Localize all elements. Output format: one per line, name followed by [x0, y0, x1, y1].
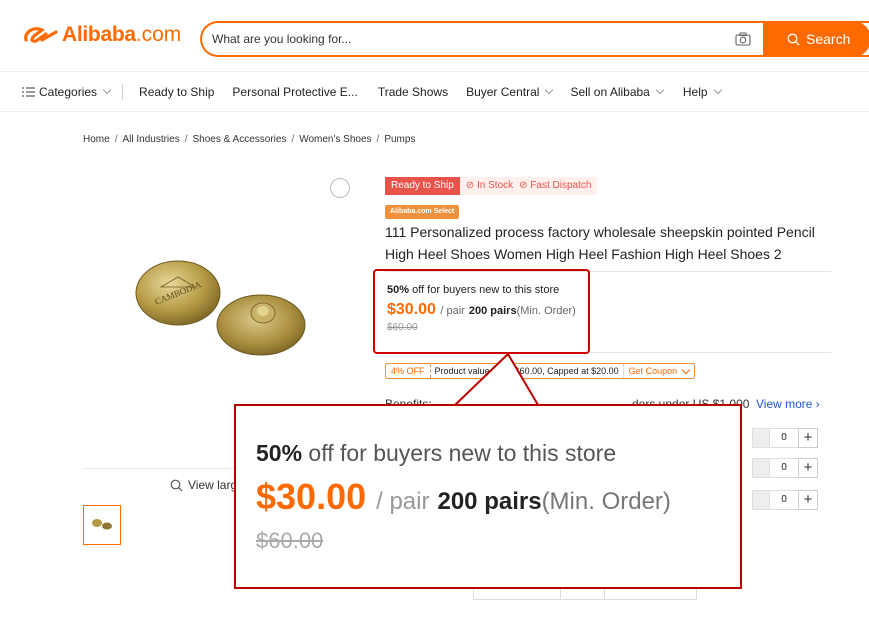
promo-text: off for buyers new to this store: [409, 284, 560, 296]
min-order: 200 pairs(Min. Order): [469, 305, 576, 317]
moq-value: 200 pairs: [468, 305, 517, 317]
nav-buyer-central[interactable]: Buyer Central: [466, 84, 554, 99]
search-button[interactable]: Search: [763, 21, 869, 57]
in-stock-tag: ⊘ In Stock: [465, 180, 514, 191]
chevron-down-icon: [713, 85, 722, 95]
thumbnail-image: [92, 519, 112, 530]
promo-percent: 50%: [387, 284, 410, 296]
quantity-stepper: 0 +: [752, 458, 830, 478]
nav-label: Personal Protective E...: [232, 84, 358, 99]
product-main-image[interactable]: CAMBODIA: [133, 253, 313, 363]
breadcrumb-pumps[interactable]: Pumps: [384, 134, 415, 145]
quantity-input[interactable]: 0: [770, 428, 798, 448]
breadcrumb-womens-shoes[interactable]: Women's Shoes: [299, 134, 371, 145]
nav-sell-on-alibaba[interactable]: Sell on Alibaba: [570, 84, 665, 99]
search-button-label: Search: [806, 31, 851, 47]
get-coupon-button[interactable]: Get Coupon: [624, 365, 695, 376]
fast-dispatch-label: Fast Dispatch: [530, 180, 592, 191]
alibaba-logo-icon: [24, 27, 58, 43]
nav-ready-to-ship[interactable]: Ready to Ship: [139, 85, 214, 99]
view-more-link[interactable]: View more ›: [756, 397, 820, 411]
chevron-down-icon: [655, 85, 665, 95]
nav-trade-shows[interactable]: Trade Shows: [378, 85, 448, 99]
alibaba-logo[interactable]: Alibaba .com: [22, 22, 181, 48]
nav-help[interactable]: Help: [682, 84, 722, 99]
quantity-increase-button[interactable]: +: [798, 428, 818, 448]
zoomed-moq-value: 200 pairs: [437, 488, 542, 515]
fast-dispatch-tag: ⊘ Fast Dispatch: [519, 180, 592, 191]
nav-categories-label: Categories: [39, 84, 98, 99]
price-value: $30.00: [387, 301, 436, 318]
quantity-decrease-button[interactable]: [752, 458, 770, 478]
chevron-down-icon: [681, 365, 691, 374]
coupon-terms: Product value mo... $60.00, Capped at $2…: [431, 364, 624, 378]
breadcrumb-all-industries[interactable]: All Industries: [122, 134, 179, 145]
breadcrumb: Home / All Industries / Shoes & Accessor…: [83, 134, 415, 145]
logo-text: Alibaba: [62, 23, 136, 46]
original-price: $60.00: [387, 322, 418, 333]
quantity-stepper: 0 +: [752, 428, 830, 448]
chevron-down-icon: [102, 85, 112, 95]
in-stock-label: In Stock: [477, 180, 514, 191]
view-more-label: View more: [756, 397, 813, 411]
breadcrumb-separator: /: [114, 134, 118, 145]
quantity-input[interactable]: 0: [770, 458, 798, 478]
main-nav: Categories Ready to Ship Personal Protec…: [0, 72, 869, 112]
search-input[interactable]: [212, 23, 732, 55]
quantity-stepper: 0 +: [752, 490, 830, 510]
breadcrumb-separator: /: [291, 134, 295, 145]
price-unit: / pair: [440, 305, 465, 317]
zoomed-price-unit: / pair: [376, 488, 430, 515]
quantity-decrease-button[interactable]: [752, 490, 770, 510]
product-tags: Ready to Ship ⊘ In Stock ⊘ Fast Dispatch: [385, 177, 598, 195]
zoomed-min-order: 200 pairs(Min. Order): [437, 488, 670, 515]
zoomed-price: $30.00 / pair 200 pairs(Min. Order): [256, 476, 671, 518]
zoomed-promo-percent: 50%: [256, 440, 303, 466]
zoomed-moq-label: (Min. Order): [541, 488, 671, 515]
magnifier-icon: [170, 479, 183, 491]
quantity-decrease-button[interactable]: [752, 428, 770, 448]
site-header: Alibaba.com Search: [0, 0, 869, 72]
zoomed-promo: 50% off for buyers new to this store: [256, 440, 616, 467]
breadcrumb-separator: /: [184, 134, 188, 145]
get-coupon-label: Get Coupon: [628, 366, 678, 376]
new-buyer-promo: 50% off for buyers new to this store: [387, 284, 559, 296]
stock-tags: ⊘ In Stock ⊘ Fast Dispatch: [459, 177, 598, 195]
nav-label: Help: [682, 84, 708, 99]
zoomed-price-callout: 50% off for buyers new to this store $30…: [234, 404, 742, 589]
zoomed-original-price: $60.00: [256, 528, 324, 553]
product-title: 111 Personalized process factory wholesa…: [385, 224, 815, 262]
current-price: $30.00 / pair 200 pairs(Min. Order): [387, 301, 576, 319]
nav-label: Ready to Ship: [139, 84, 215, 99]
quantity-increase-button[interactable]: +: [798, 458, 818, 478]
nav-divider: [122, 83, 124, 100]
breadcrumb-home[interactable]: Home: [83, 134, 110, 145]
breadcrumb-separator: /: [376, 134, 380, 145]
menu-icon: [22, 87, 35, 96]
nav-label: Sell on Alibaba: [570, 84, 650, 99]
favorite-button[interactable]: [330, 178, 350, 198]
alibaba-select-badge: Alibaba.com Select: [385, 205, 460, 219]
moq-label: (Min. Order): [516, 305, 576, 317]
product-thumbnail[interactable]: [83, 505, 121, 545]
search-bar: Search: [200, 21, 869, 57]
ready-to-ship-tag: Ready to Ship: [385, 177, 460, 195]
camera-icon[interactable]: [735, 32, 751, 46]
zoomed-promo-text: off for buyers new to this store: [302, 440, 617, 466]
search-icon: [787, 33, 800, 45]
nav-categories[interactable]: Categories: [22, 84, 112, 99]
zoomed-price-value: $30.00: [256, 476, 367, 517]
nav-label: Buyer Central: [466, 84, 540, 99]
nav-label: Trade Shows: [377, 84, 449, 99]
breadcrumb-shoes-accessories[interactable]: Shoes & Accessories: [193, 134, 287, 145]
chevron-down-icon: [545, 85, 554, 95]
quantity-increase-button[interactable]: +: [798, 490, 818, 510]
quantity-input[interactable]: 0: [770, 490, 798, 510]
price-highlight-box: 50% off for buyers new to this store $30…: [373, 269, 590, 354]
coupon-bar: 4% OFF Product value mo... $60.00, Cappe…: [385, 363, 696, 379]
nav-personal-protective[interactable]: Personal Protective E...: [232, 85, 357, 99]
coupon-discount: 4% OFF: [386, 364, 431, 378]
logo-suffix: .com: [135, 23, 182, 46]
